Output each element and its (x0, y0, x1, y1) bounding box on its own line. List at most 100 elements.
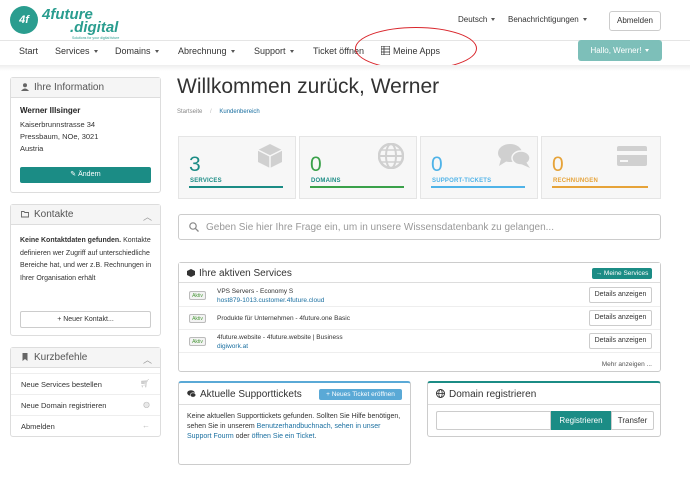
pencil-icon: ✎ (70, 171, 79, 178)
details-button[interactable]: Details anzeigen (589, 333, 652, 349)
logout-button[interactable]: Abmelden (609, 11, 661, 31)
breadcrumb: Startseite / Kundenbereich (177, 109, 260, 115)
status-badge: Aktiv (189, 291, 206, 300)
service-name: Produkte für Unternehmen - 4future.one B… (217, 315, 350, 322)
status-badge: Aktiv (189, 337, 206, 346)
status-badge: Aktiv (189, 314, 206, 323)
nav-start[interactable]: Start (19, 46, 38, 56)
tickets-panel-header: Aktuelle Supporttickets + Neues Ticket e… (179, 383, 410, 405)
info-name: Werner Illsinger (20, 106, 81, 115)
details-button[interactable]: Details anzeigen (589, 310, 652, 326)
brand-name-line2: .digital (70, 19, 119, 36)
shortcuts-panel: Kurzbefehle ︿ Neue Services bestellen 🛒︎ … (10, 347, 161, 437)
cart-icon: 🛒︎ (139, 379, 150, 388)
tile-tickets-label: SUPPORT-TICKETS (432, 178, 492, 184)
search-placeholder: Geben Sie hier Ihre Frage ein, um in uns… (206, 222, 554, 233)
tile-services[interactable]: 3 SERVICES (178, 136, 296, 199)
tile-services-bar (189, 186, 283, 188)
bookmark-icon (22, 353, 28, 361)
show-more-link[interactable]: Mehr anzeigen ... (602, 361, 652, 368)
globe-icon (436, 389, 445, 398)
search-icon (189, 222, 199, 232)
cube-icon (187, 269, 195, 277)
info-street: Kaiserbrunnstrasse 34 (20, 120, 96, 129)
service-host[interactable]: digiwork.at (217, 343, 248, 350)
annotation-ellipse (355, 27, 477, 70)
tile-support-tickets[interactable]: 0 SUPPORT-TICKETS (420, 136, 538, 199)
chat-bubbles-icon (498, 144, 531, 168)
new-contact-button[interactable]: + Neuer Kontakt... (20, 311, 151, 328)
service-host[interactable]: host879-1013.customer.4future.cloud (217, 297, 324, 304)
info-panel: Ihre Information Werner Illsinger Kaiser… (10, 77, 161, 193)
page-title: Willkommen zurück, Werner (177, 75, 440, 98)
language-selector[interactable]: Deutsch (458, 15, 496, 24)
tile-invoices-bar (552, 186, 648, 188)
contacts-panel-header[interactable]: Kontakte ︿ (11, 205, 160, 225)
services-panel-header: Ihre aktiven Services → Meine Services (179, 263, 660, 283)
logo-mark: 4f (10, 6, 38, 34)
tile-domains-label: DOMAINS (311, 178, 341, 184)
tile-tickets-bar (431, 186, 525, 188)
tile-domains[interactable]: 0 DOMAINS (299, 136, 417, 199)
contacts-text: Keine Kontaktdaten gefunden. Kontakte de… (20, 235, 154, 285)
breadcrumb-separator: / (210, 109, 212, 115)
service-row[interactable]: Aktiv Produkte für Unternehmen - 4future… (179, 307, 660, 330)
arrow-left-icon: ← (142, 421, 150, 430)
user-icon (21, 83, 29, 91)
nav-support[interactable]: Support (254, 46, 294, 56)
shortcut-register-domain[interactable]: Neue Domain registrieren ◍ (11, 394, 160, 415)
navbar-shadow (0, 65, 690, 71)
folder-icon (21, 211, 29, 218)
details-button[interactable]: Details anzeigen (589, 287, 652, 303)
knowledgebase-search-input[interactable]: Geben Sie hier Ihre Frage ein, um in uns… (178, 214, 661, 240)
info-city: Pressbaum, NOe, 3021 (20, 132, 99, 141)
contacts-panel: Kontakte ︿ Keine Kontaktdaten gefunden. … (10, 204, 161, 336)
globe-icon: ◍ (143, 400, 150, 409)
support-tickets-panel: Aktuelle Supporttickets + Neues Ticket e… (178, 381, 411, 465)
tile-tickets-value: 0 (431, 153, 443, 176)
shortcuts-panel-header[interactable]: Kurzbefehle ︿ (11, 348, 160, 368)
tile-domains-value: 0 (310, 153, 322, 176)
active-services-panel: Ihre aktiven Services → Meine Services A… (178, 262, 661, 372)
chat-icon (187, 390, 197, 398)
nav-services[interactable]: Services (55, 46, 98, 56)
tile-domains-bar (310, 186, 404, 188)
nav-billing[interactable]: Abrechnung (178, 46, 235, 56)
domain-register-panel: Domain registrieren Registrieren Transfe… (427, 381, 661, 437)
domain-input[interactable] (436, 411, 551, 430)
my-services-button[interactable]: → Meine Services (592, 268, 652, 279)
tile-invoices-label: RECHNUNGEN (553, 178, 599, 184)
tile-services-value: 3 (189, 153, 201, 176)
register-domain-button[interactable]: Registrieren (551, 411, 611, 430)
domain-panel-header: Domain registrieren (428, 383, 660, 405)
tile-services-label: SERVICES (190, 178, 222, 184)
service-row[interactable]: Aktiv VPS Servers - Economy S host879-10… (179, 284, 660, 307)
service-name: VPS Servers - Economy S (217, 288, 294, 295)
info-panel-header[interactable]: Ihre Information (11, 78, 160, 98)
nav-domains[interactable]: Domains (115, 46, 159, 56)
service-name: 4future.website - 4future.website | Busi… (217, 334, 343, 341)
credit-card-icon (617, 146, 647, 166)
breadcrumb-home[interactable]: Startseite (177, 109, 202, 115)
service-row[interactable]: Aktiv 4future.website - 4future.website … (179, 330, 660, 353)
tile-invoices[interactable]: 0 RECHNUNGEN (541, 136, 661, 199)
tickets-text-part: oder (233, 433, 252, 440)
notifications-menu[interactable]: Benachrichtigungen (508, 15, 587, 24)
shortcut-order-services[interactable]: Neue Services bestellen 🛒︎ (11, 373, 160, 394)
edit-info-button[interactable]: ✎ Ändern (20, 167, 151, 183)
breadcrumb-current: Kundenbereich (219, 109, 260, 115)
chevron-up-icon[interactable]: ︿ (143, 210, 152, 223)
contacts-none-label: Keine Kontaktdaten gefunden. (20, 237, 122, 244)
transfer-domain-button[interactable]: Transfer (611, 411, 654, 430)
new-ticket-button[interactable]: + Neues Ticket eröffnen (319, 389, 402, 400)
globe-icon (378, 143, 404, 169)
open-ticket-link[interactable]: öffnen Sie ein Ticket (252, 433, 315, 440)
tile-invoices-value: 0 (552, 153, 564, 176)
tickets-text-part: . (314, 433, 317, 440)
user-menu-button[interactable]: Hallo, Werner! (578, 40, 662, 61)
cube-icon (257, 144, 283, 168)
shortcut-logout[interactable]: Abmelden ← (11, 415, 160, 436)
info-country: Austria (20, 144, 44, 153)
chevron-up-icon[interactable]: ︿ (143, 353, 152, 366)
brand-logo[interactable]: 4f 4future .digital Solutions for your d… (10, 6, 130, 40)
